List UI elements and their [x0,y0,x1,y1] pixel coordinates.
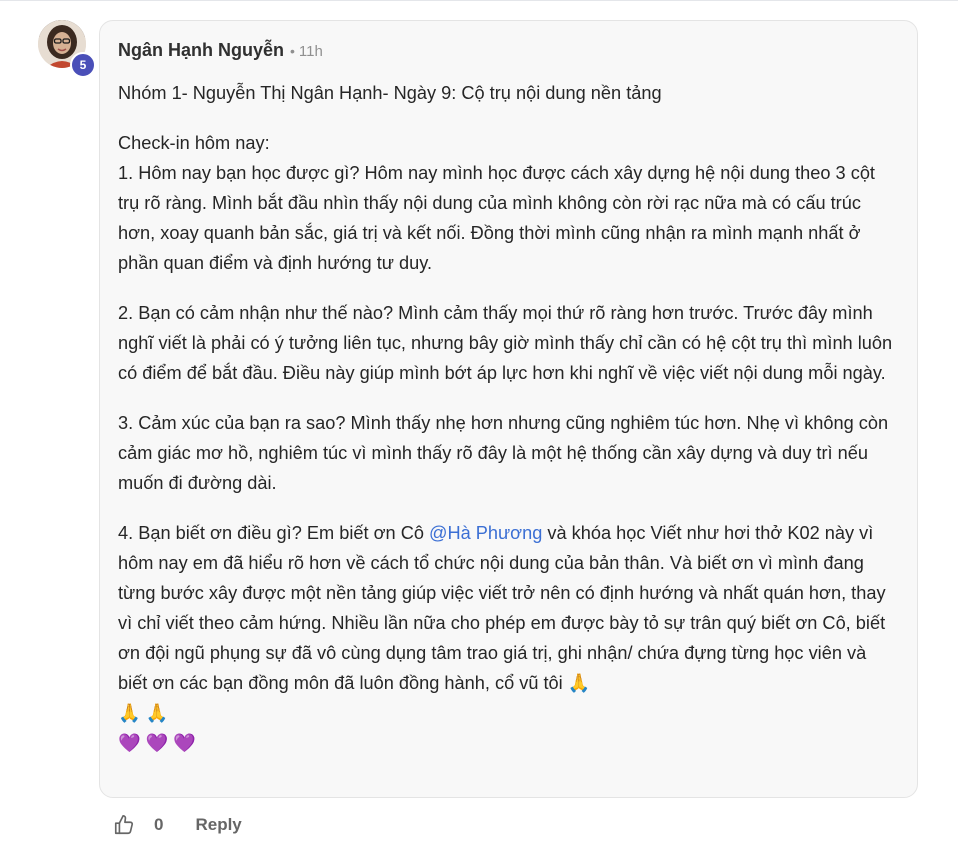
comment-q2: 2. Bạn có cảm nhận như thế nào? Mình cảm… [118,303,893,383]
comment-body: Nhóm 1- Nguyễn Thị Ngân Hạnh- Ngày 9: Cộ… [118,78,899,758]
comment-header: Ngân Hạnh Nguyễn • 11h [118,40,899,64]
pray-emoji: 🙏 [145,703,169,723]
like-count: 0 [154,815,164,834]
top-divider [0,0,958,1]
comment-actions: 0 Reply [112,810,242,840]
pray-emoji: 🙏 [118,703,141,723]
comment-title-line: Nhóm 1- Nguyễn Thị Ngân Hạnh- Ngày 9: Cộ… [118,83,662,103]
checkin-heading: Check-in hôm nay: [118,133,270,153]
like-button[interactable] [112,813,136,837]
comment-q3: 3. Cảm xúc của bạn ra sao? Mình thấy nhẹ… [118,413,889,493]
q4-text-before: 4. Bạn biết ơn điều gì? Em biết ơn Cô [118,523,429,543]
reply-button[interactable]: Reply [195,815,241,835]
meta-separator: • [290,43,295,59]
avatar[interactable]: 5 [38,20,96,78]
comment-q4: 4. Bạn biết ơn điều gì? Em biết ơn Cô @H… [118,518,899,758]
comment-q1: 1. Hôm nay bạn học được gì? Hôm nay mình… [118,163,875,273]
comment-q1-block: Check-in hôm nay: 1. Hôm nay bạn học đượ… [118,128,899,278]
pray-emoji: 🙏 [567,673,591,693]
q4-text-after: và khóa học Viết như hơi thở K02 này vì … [118,523,886,693]
mention-link[interactable]: @Hà Phương [429,523,542,543]
author-name[interactable]: Ngân Hạnh Nguyễn [118,40,284,61]
comment-timestamp[interactable]: 11h [299,43,323,60]
level-badge: 5 [70,52,96,78]
thumbs-up-icon [114,815,134,835]
comment-bubble: Ngân Hạnh Nguyễn • 11h Nhóm 1- Nguyễn Th… [99,20,918,798]
purple-hearts-emoji: 💜 💜 💜 [118,733,197,753]
